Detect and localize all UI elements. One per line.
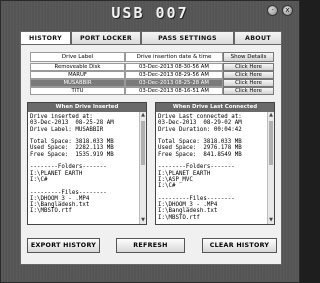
show-details-button[interactable]: Click Here: [223, 71, 274, 79]
column-header-drive-label: Drive Label: [30, 52, 125, 62]
export-history-button[interactable]: EXPORT HISTORY: [27, 238, 100, 253]
connected-details-text[interactable]: Drive Last connected at: 03-Dec-2013 08-…: [156, 112, 274, 224]
connected-details-title: When Drive Last Connected: [156, 103, 274, 112]
table-row-selected[interactable]: MUSABBIR 03-Dec-2013 08-25-28 AM Click H…: [30, 79, 274, 87]
scroll-up-arrow-icon[interactable]: ▲: [140, 112, 146, 119]
refresh-button[interactable]: REFRESH: [116, 238, 185, 253]
drive-label-cell: Removeable Disk: [30, 63, 125, 71]
inserted-scrollbar[interactable]: ▲ ▼: [139, 112, 146, 224]
tab-pass-settings[interactable]: PASS SETTINGS: [141, 31, 234, 45]
table-header: Drive Label Drive insertion date & time …: [30, 52, 274, 62]
drive-inserted-details: When Drive Inserted Drive inserted at: 0…: [27, 102, 147, 225]
insertion-date-cell: 03-Dec-2013 08-25-28 AM: [125, 79, 223, 87]
app-window: USB 007 - x HISTORY PORT LOCKER PASS SET…: [0, 0, 300, 283]
insertion-date-cell: 03-Dec-2013 08-29-56 AM: [125, 71, 223, 79]
app-title: USB 007: [111, 4, 189, 22]
show-details-button[interactable]: Click Here: [223, 87, 274, 95]
table-row[interactable]: TITU 03-Dec-2013 08-16-51 AM Click Here: [30, 87, 274, 95]
tab-bar: HISTORY PORT LOCKER PASS SETTINGS ABOUT: [20, 31, 282, 46]
connected-scrollbar[interactable]: ▲ ▼: [267, 112, 274, 224]
scroll-down-arrow-icon[interactable]: ▼: [268, 217, 274, 224]
clear-history-button[interactable]: CLEAR HISTORY: [202, 238, 277, 253]
insertion-date-cell: 03-Dec-2013 08-30-56 AM: [125, 63, 223, 71]
show-details-button[interactable]: Click Here: [223, 79, 274, 87]
scroll-thumb[interactable]: [269, 121, 273, 165]
scroll-thumb[interactable]: [141, 121, 145, 165]
tab-port-locker[interactable]: PORT LOCKER: [71, 31, 141, 45]
drive-table: Drive Label Drive insertion date & time …: [30, 52, 274, 95]
scroll-down-arrow-icon[interactable]: ▼: [140, 217, 146, 224]
title-bar: USB 007 - x: [1, 1, 299, 23]
drive-label-cell: TITU: [30, 87, 125, 95]
column-header-insertion-date: Drive insertion date & time: [125, 52, 223, 62]
drive-label-cell: MARUF: [30, 71, 125, 79]
insertion-date-cell: 03-Dec-2013 08-16-51 AM: [125, 87, 223, 95]
show-details-button[interactable]: Click Here: [223, 63, 274, 71]
table-row[interactable]: MARUF 03-Dec-2013 08-29-56 AM Click Here: [30, 71, 274, 79]
tab-about[interactable]: ABOUT: [234, 31, 282, 45]
column-header-show-details: Show Details: [223, 52, 274, 62]
history-panel: Drive Label Drive insertion date & time …: [20, 44, 282, 265]
table-row[interactable]: Removeable Disk 03-Dec-2013 08-30-56 AM …: [30, 63, 274, 71]
inserted-details-title: When Drive Inserted: [28, 103, 146, 112]
minimize-button[interactable]: -: [267, 5, 278, 16]
scroll-up-arrow-icon[interactable]: ▲: [268, 112, 274, 119]
drive-label-cell: MUSABBIR: [30, 79, 125, 87]
close-button[interactable]: x: [282, 5, 293, 16]
inserted-details-text[interactable]: Drive inserted at: 03-Dec-2013 08-25-28 …: [28, 112, 146, 224]
drive-last-connected-details: When Drive Last Connected Drive Last con…: [155, 102, 275, 225]
